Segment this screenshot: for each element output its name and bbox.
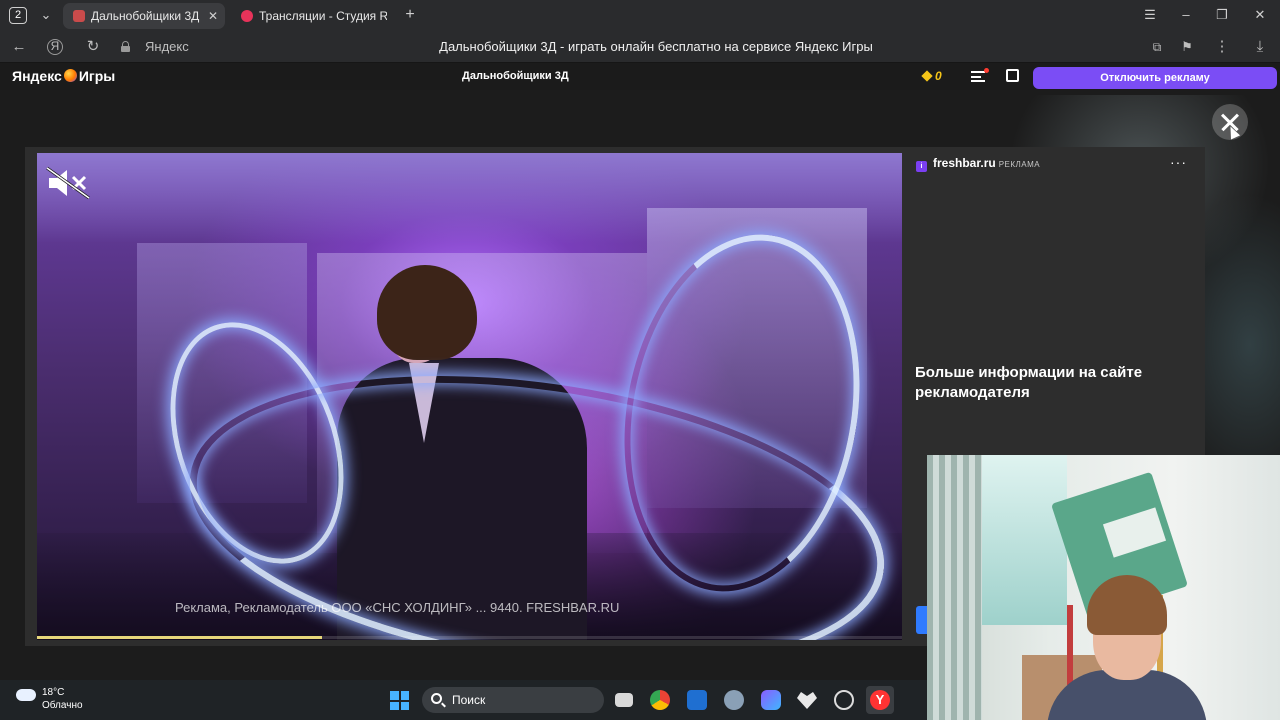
browser-tab-bar: 2 ⌄ Дальнобойщики 3Д - и ✕ Трансляции - …	[0, 0, 1280, 31]
downloads-icon[interactable]: ⤓	[1251, 38, 1269, 56]
tab-label: Трансляции - Студия RUT	[259, 9, 387, 23]
chrome-icon[interactable]	[650, 690, 670, 710]
url-domain[interactable]: Яндекс	[145, 39, 189, 54]
clock-app-icon[interactable]	[834, 690, 854, 710]
mute-icon[interactable]	[45, 166, 91, 200]
advertiser-link[interactable]: Больше информации на сайте рекламодателя	[915, 363, 1185, 403]
bookmark-icon[interactable]: ⚑	[1178, 38, 1196, 56]
taskbar-search[interactable]: Поиск	[422, 687, 604, 713]
menu-icon[interactable]: ☰	[1140, 6, 1160, 24]
back-icon[interactable]: ←	[10, 38, 28, 56]
coin-count: 0	[935, 69, 942, 83]
coin-balance[interactable]: 0	[921, 69, 942, 83]
fullscreen-icon[interactable]	[1006, 69, 1019, 82]
advertiser-favicon-icon: i	[916, 161, 927, 172]
minimize-icon[interactable]: –	[1176, 6, 1196, 24]
taskbar: 18°C Облачно Поиск Y	[0, 680, 927, 720]
maximize-icon[interactable]: ❐	[1212, 6, 1232, 24]
cloud-icon[interactable]	[16, 689, 36, 701]
weather-description[interactable]: Облачно	[42, 700, 83, 711]
logo-text-games: Игры	[78, 68, 116, 84]
logo-text-yandex: Яндекс	[12, 68, 62, 84]
search-placeholder: Поиск	[452, 693, 486, 707]
chat-icon[interactable]	[761, 690, 781, 710]
reload-icon[interactable]: ↻	[84, 38, 102, 56]
chevron-down-icon[interactable]: ⌄	[36, 6, 56, 24]
video-progress-bar[interactable]	[37, 636, 902, 639]
yandex-icon[interactable]: Я	[47, 39, 63, 55]
yandex-browser-icon: Y	[870, 690, 890, 710]
rutube-favicon-icon	[241, 10, 253, 22]
games-ball-icon	[63, 69, 77, 82]
ad-disclaimer: Реклама, Рекламодатель ООО «СНС ХОЛДИНГ»…	[175, 600, 620, 615]
tab-rutube-studio[interactable]: Трансляции - Студия RUT	[231, 3, 391, 29]
games-header: Яндекс Игры Дальнобойщики 3Д 0 Отключить …	[0, 63, 1280, 90]
game-favicon-icon	[73, 10, 85, 22]
coin-icon	[921, 70, 933, 82]
yandex-games-logo[interactable]: Яндекс Игры	[12, 68, 115, 84]
lock-icon	[121, 41, 130, 52]
tab-dalnoboyshiki[interactable]: Дальнобойщики 3Д - и ✕	[63, 3, 225, 29]
extensions-icon[interactable]: ⧉	[1148, 38, 1166, 56]
advertiser-label[interactable]: i freshbar.ru РЕКЛАМА	[916, 156, 1040, 172]
address-bar: ← Я ↻ Яндекс Дальнобойщики 3Д - играть о…	[0, 31, 1280, 63]
page-title[interactable]: Дальнобойщики 3Д - играть онлайн бесплат…	[300, 39, 1012, 54]
ad-tag: РЕКЛАМА	[998, 160, 1041, 169]
close-window-icon[interactable]: ✕	[1250, 6, 1270, 24]
heart-app-icon[interactable]	[797, 692, 817, 709]
yandex-browser-taskbar-button[interactable]: Y	[866, 686, 894, 714]
windows-start-icon[interactable]	[390, 691, 409, 710]
task-view-icon[interactable]	[615, 693, 633, 707]
ad-video[interactable]	[37, 153, 902, 640]
more-options-icon[interactable]: ⋮	[1213, 38, 1231, 56]
settings-icon[interactable]	[724, 690, 744, 710]
notifications-menu-icon[interactable]	[971, 68, 989, 82]
disable-ads-button[interactable]: Отключить рекламу	[1033, 67, 1277, 89]
game-title: Дальнобойщики 3Д	[462, 70, 569, 82]
search-icon	[431, 693, 442, 704]
tab-count-button[interactable]: 2	[9, 7, 27, 24]
tab-label: Дальнобойщики 3Д - и	[91, 9, 203, 23]
advertiser-domain: freshbar.ru	[933, 156, 996, 170]
new-tab-button[interactable]: +	[400, 6, 420, 24]
webcam-overlay	[927, 455, 1280, 720]
vscode-icon[interactable]	[687, 690, 707, 710]
weather-temperature[interactable]: 18°C	[42, 687, 64, 698]
video-progress-fill	[37, 636, 323, 639]
ad-menu-dots-icon[interactable]: ···	[1170, 154, 1187, 170]
close-tab-icon[interactable]: ✕	[208, 3, 218, 29]
